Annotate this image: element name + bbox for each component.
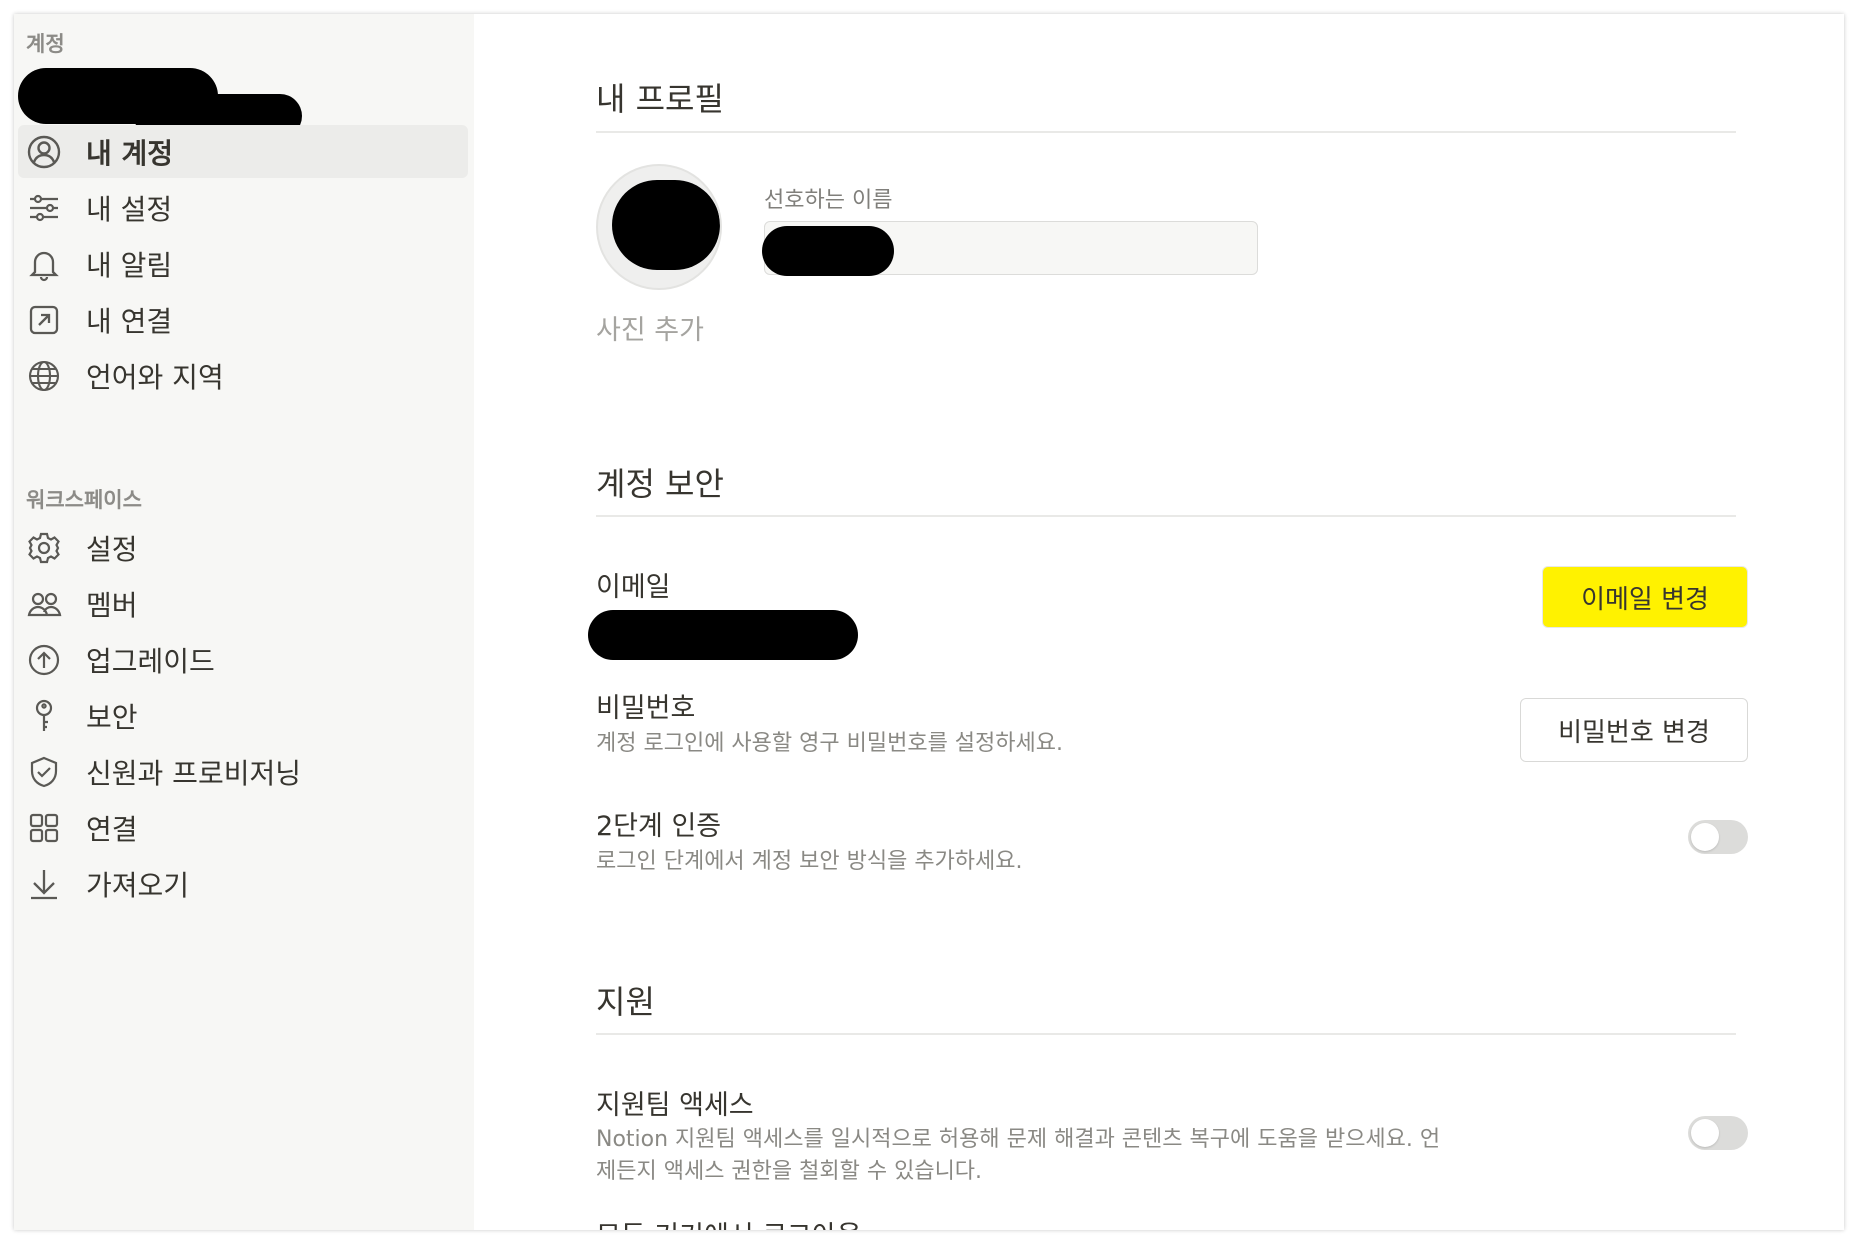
sidebar-item-connections[interactable]: 연결	[18, 801, 468, 854]
members-icon	[24, 584, 64, 624]
sidebar-item-security[interactable]: 보안	[18, 689, 468, 742]
sidebar-item-language-region[interactable]: 언어와 지역	[18, 349, 468, 402]
user-circle-icon	[24, 132, 64, 172]
sidebar-item-label: 설정	[86, 532, 138, 566]
settings-sidebar: 계정 내 계정 내 설정 내 알림 내 연결 언어와 지역 워크스페이스 설정 …	[14, 14, 474, 1230]
bell-icon	[24, 244, 64, 284]
password-label: 비밀번호	[596, 693, 696, 724]
sidebar-item-import[interactable]: 가져오기	[18, 857, 468, 910]
change-email-button[interactable]: 이메일 변경	[1542, 566, 1748, 628]
logout-all-devices-label: 모든 기기에서 로그아웃	[596, 1214, 862, 1230]
sidebar-item-label: 가져오기	[86, 868, 190, 902]
sidebar-item-label: 신원과 프로비저닝	[86, 756, 301, 790]
sidebar-item-label: 보안	[86, 700, 138, 734]
redacted-name-value	[762, 226, 894, 276]
sidebar-item-label: 내 연결	[86, 304, 173, 338]
security-section-title: 계정 보안	[596, 465, 724, 503]
toggle-knob	[1691, 1119, 1719, 1147]
shield-check-icon	[24, 752, 64, 792]
redacted-email-value	[588, 610, 858, 660]
grid-icon	[24, 808, 64, 848]
sidebar-item-label: 내 계정	[86, 136, 174, 170]
divider	[596, 1033, 1736, 1035]
settings-window: 계정 내 계정 내 설정 내 알림 내 연결 언어와 지역 워크스페이스 설정 …	[14, 14, 1844, 1230]
sliders-icon	[24, 188, 64, 228]
account-section-label: 계정	[26, 32, 65, 56]
avatar[interactable]	[596, 164, 722, 290]
profile-section-title: 내 프로필	[596, 80, 724, 118]
toggle-knob	[1691, 823, 1719, 851]
email-label: 이메일	[596, 572, 671, 603]
add-photo-link[interactable]: 사진 추가	[596, 308, 704, 347]
two-factor-toggle[interactable]	[1688, 820, 1748, 854]
sidebar-item-my-settings[interactable]: 내 설정	[18, 181, 468, 234]
download-icon	[24, 864, 64, 904]
sidebar-item-my-account[interactable]: 내 계정	[18, 125, 468, 178]
sidebar-item-my-connections[interactable]: 내 연결	[18, 293, 468, 346]
globe-icon	[24, 356, 64, 396]
sidebar-item-label: 업그레이드	[86, 644, 215, 678]
sidebar-item-my-notifications[interactable]: 내 알림	[18, 237, 468, 290]
settings-content: 내 프로필 사진 추가 선호하는 이름 계정 보안 이메일 이메일 변경 비밀번…	[474, 14, 1844, 1230]
change-password-button[interactable]: 비밀번호 변경	[1520, 698, 1748, 762]
redacted-avatar-image	[612, 180, 720, 270]
sidebar-item-members[interactable]: 멤버	[18, 577, 468, 630]
gear-icon	[24, 528, 64, 568]
sidebar-item-label: 멤버	[86, 588, 138, 622]
sidebar-item-label: 내 설정	[86, 192, 173, 226]
support-access-description-line2: 제든지 액세스 권한을 철회할 수 있습니다.	[596, 1159, 983, 1184]
support-access-toggle[interactable]	[1688, 1116, 1748, 1150]
support-access-label: 지원팀 액세스	[596, 1090, 754, 1121]
password-description: 계정 로그인에 사용할 영구 비밀번호를 설정하세요.	[596, 731, 1064, 756]
sidebar-item-settings[interactable]: 설정	[18, 521, 468, 574]
key-icon	[24, 696, 64, 736]
sidebar-item-upgrade[interactable]: 업그레이드	[18, 633, 468, 686]
sidebar-item-label: 내 알림	[86, 248, 173, 282]
sidebar-item-label: 연결	[86, 812, 138, 846]
divider	[596, 131, 1736, 133]
sidebar-item-label: 언어와 지역	[86, 360, 224, 394]
sidebar-item-identity-provisioning[interactable]: 신원과 프로비저닝	[18, 745, 468, 798]
two-factor-label: 2단계 인증	[596, 811, 722, 842]
upgrade-icon	[24, 640, 64, 680]
preferred-name-label: 선호하는 이름	[764, 188, 893, 213]
support-access-description-line1: Notion 지원팀 액세스를 일시적으로 허용해 문제 해결과 콘텐츠 복구에…	[596, 1127, 1441, 1152]
divider	[596, 515, 1736, 517]
two-factor-description: 로그인 단계에서 계정 보안 방식을 추가하세요.	[596, 849, 1023, 874]
workspace-section-label: 워크스페이스	[26, 488, 142, 512]
external-link-icon	[24, 300, 64, 340]
support-section-title: 지원	[596, 983, 655, 1021]
